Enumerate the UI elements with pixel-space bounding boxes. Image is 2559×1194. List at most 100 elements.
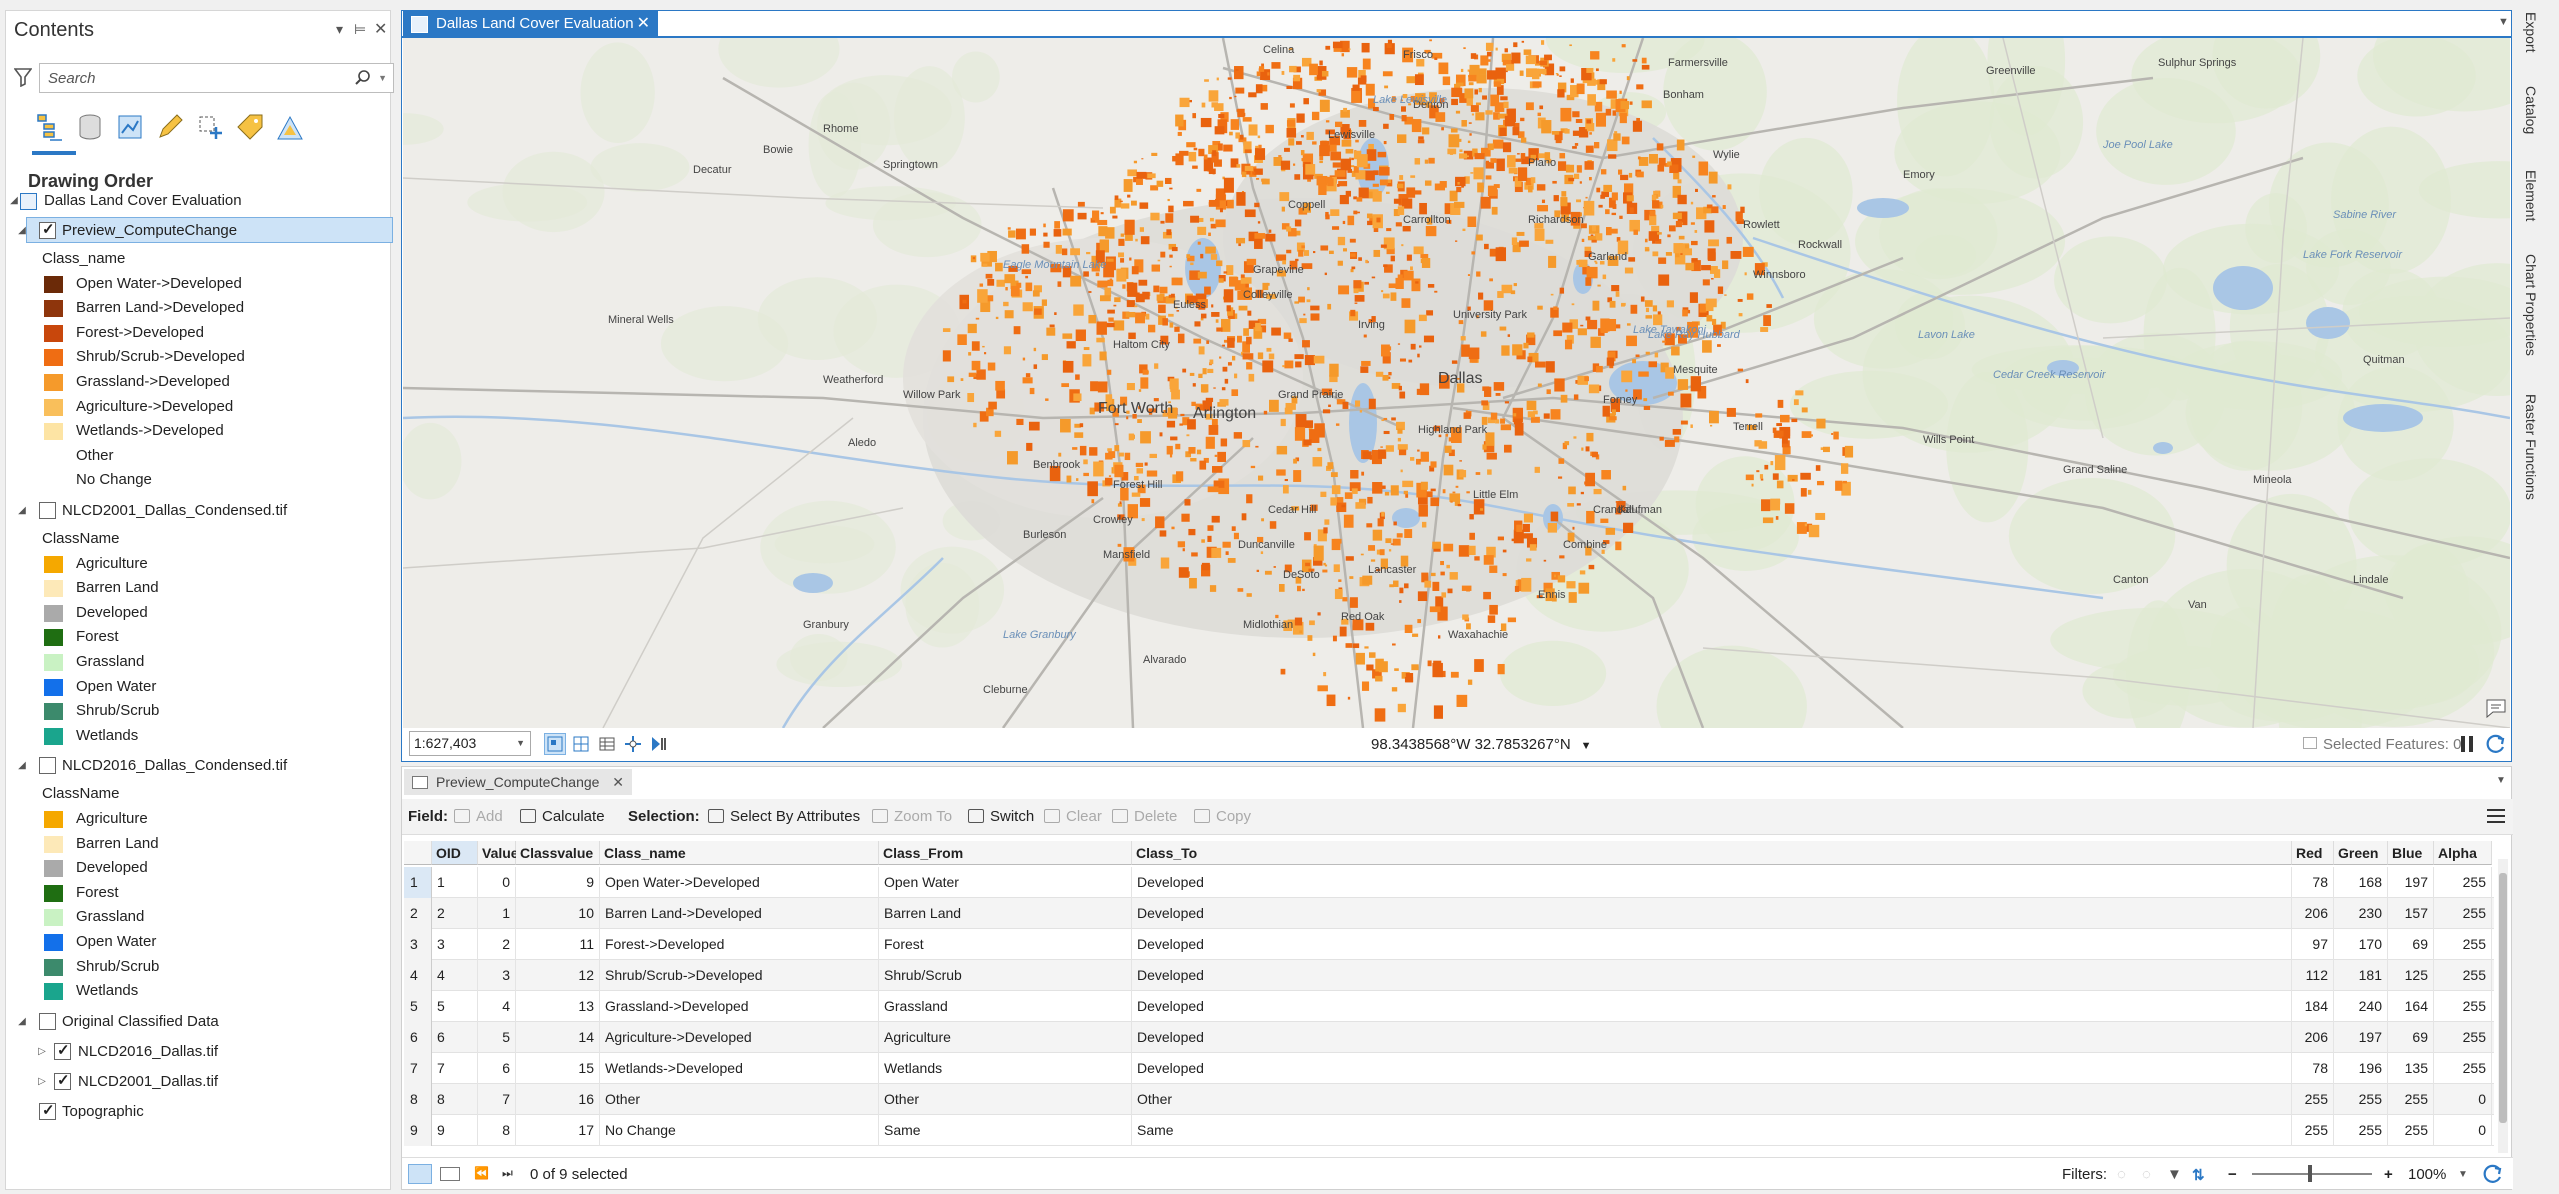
zoom-out-icon[interactable]: − xyxy=(2228,1166,2237,1183)
table-cell[interactable]: No Change xyxy=(600,1115,879,1146)
table-options-menu-icon[interactable] xyxy=(2485,807,2507,825)
tab-attribute-table[interactable]: Preview_ComputeChange ✕ xyxy=(404,769,632,795)
table-cell[interactable]: 9 xyxy=(432,1115,478,1146)
map-canvas[interactable]: Farmersville Greenville Sulphur Springs Fri… xyxy=(403,38,2510,728)
table-cell[interactable]: 157 xyxy=(2388,898,2434,929)
chevron-down-icon[interactable]: ▼ xyxy=(516,732,525,755)
table-cell[interactable]: 10 xyxy=(516,898,600,929)
row-number[interactable]: 4 xyxy=(404,960,432,991)
table-cell[interactable]: 206 xyxy=(2292,898,2334,929)
table-cell[interactable]: Developed xyxy=(1132,898,2292,929)
tab-list-chevron-icon[interactable]: ▼ xyxy=(2496,775,2506,786)
table-cell[interactable]: 5 xyxy=(478,1022,516,1053)
basemap-visibility-checkbox[interactable] xyxy=(39,1101,56,1120)
table-cell[interactable]: Other xyxy=(879,1084,1132,1115)
row-number[interactable]: 2 xyxy=(404,898,432,929)
table-cell[interactable]: Other xyxy=(600,1084,879,1115)
table-cell[interactable]: 16 xyxy=(516,1084,600,1115)
zoom-level-chevron-icon[interactable]: ▼ xyxy=(2458,1169,2468,1180)
zoom-in-icon[interactable]: + xyxy=(2384,1166,2393,1183)
chevron-down-icon[interactable]: ▼ xyxy=(1581,740,1592,752)
table-cell[interactable]: 11 xyxy=(516,929,600,960)
switch-button[interactable]: Switch xyxy=(968,808,1034,825)
refresh-icon[interactable] xyxy=(2485,733,2507,755)
table-cell[interactable]: 6 xyxy=(478,1053,516,1084)
table-cell[interactable]: Barren Land->Developed xyxy=(600,898,879,929)
table-cell[interactable]: Open Water xyxy=(879,867,1132,898)
row-number[interactable]: 3 xyxy=(404,929,432,960)
column-header-value[interactable]: Value xyxy=(478,841,519,865)
chevron-down-icon[interactable]: ▼ xyxy=(378,73,387,83)
side-tab-raster-functions[interactable]: Raster Functions xyxy=(2523,394,2539,500)
layer-visibility-checkbox[interactable] xyxy=(39,220,56,239)
tab-map-view[interactable]: Dallas Land Cover Evaluation ✕ xyxy=(403,11,658,37)
zoom-slider[interactable] xyxy=(2252,1173,2372,1175)
search-input[interactable]: Search ▼ xyxy=(39,63,394,93)
selected-features-count[interactable]: Selected Features: 0 xyxy=(2303,736,2461,753)
expand-triangle-icon[interactable]: ◢ xyxy=(16,1016,28,1027)
table-cell[interactable]: Shrub/Scrub xyxy=(879,960,1132,991)
vertical-scrollbar[interactable] xyxy=(2498,859,2508,1153)
map-node-label[interactable]: Dallas Land Cover Evaluation xyxy=(44,189,242,213)
table-cell[interactable]: 3 xyxy=(432,929,478,960)
close-tab-icon[interactable]: ✕ xyxy=(612,769,624,795)
table-cell[interactable]: 135 xyxy=(2388,1053,2434,1084)
row-number[interactable]: 1 xyxy=(404,867,432,898)
snapping-icon[interactable] xyxy=(623,734,643,754)
search-icon[interactable] xyxy=(355,70,371,86)
show-selected-records-icon[interactable] xyxy=(440,1167,460,1181)
table-cell[interactable]: 255 xyxy=(2434,929,2492,960)
side-tab-catalog[interactable]: Catalog xyxy=(2523,86,2539,134)
table-cell[interactable]: 4 xyxy=(478,991,516,1022)
scrollbar-thumb[interactable] xyxy=(2499,873,2507,1123)
table-cell[interactable]: 168 xyxy=(2334,867,2388,898)
expand-triangle-icon[interactable]: ◢ xyxy=(16,225,28,236)
table-cell[interactable]: 15 xyxy=(516,1053,600,1084)
table-cell[interactable]: 0 xyxy=(2434,1115,2492,1146)
table-cell[interactable]: Agriculture->Developed xyxy=(600,1022,879,1053)
column-header-red[interactable]: Red xyxy=(2292,841,2334,865)
table-cell[interactable]: 170 xyxy=(2334,929,2388,960)
tab-list-chevron-icon[interactable]: ▼ xyxy=(2498,16,2509,28)
column-header-alpha[interactable]: Alpha xyxy=(2434,841,2492,865)
table-cell[interactable]: Barren Land xyxy=(879,898,1132,929)
collapsed-triangle-icon[interactable]: ▷ xyxy=(36,1076,48,1087)
side-tab-element[interactable]: Element xyxy=(2523,170,2539,221)
layer-visibility-checkbox[interactable] xyxy=(54,1071,71,1090)
expand-triangle-icon[interactable]: ◢ xyxy=(16,760,28,771)
side-tab-chart-properties[interactable]: Chart Properties xyxy=(2523,254,2539,356)
row-number[interactable]: 6 xyxy=(404,1022,432,1053)
table-cell[interactable]: Wetlands xyxy=(879,1053,1132,1084)
table-cell[interactable]: 69 xyxy=(2388,1022,2434,1053)
table-cell[interactable]: 14 xyxy=(516,1022,600,1053)
table-icon[interactable] xyxy=(597,734,617,754)
table-cell[interactable]: 78 xyxy=(2292,1053,2334,1084)
layer-visibility-checkbox[interactable] xyxy=(39,757,56,775)
add-field-button[interactable]: Add xyxy=(454,808,503,825)
column-header-green[interactable]: Green xyxy=(2334,841,2388,865)
coordinate-readout[interactable]: 98.3438568°W 32.7853267°N ▼ xyxy=(1371,736,1592,753)
pane-options-icon[interactable]: ▾ xyxy=(336,21,343,38)
sort-icon[interactable]: ⇅ xyxy=(2192,1166,2205,1184)
calculate-button[interactable]: Calculate xyxy=(520,808,605,825)
table-cell[interactable]: Grassland->Developed xyxy=(600,991,879,1022)
column-header-class-from[interactable]: Class_From xyxy=(879,841,1132,865)
table-cell[interactable]: 255 xyxy=(2434,1022,2492,1053)
table-cell[interactable]: Developed xyxy=(1132,1053,2292,1084)
layer-name[interactable]: NLCD2001_Dallas.tif xyxy=(78,1070,218,1094)
close-tab-icon[interactable]: ✕ xyxy=(637,11,650,37)
table-cell[interactable]: 8 xyxy=(432,1084,478,1115)
table-cell[interactable]: 230 xyxy=(2334,898,2388,929)
notification-icon[interactable] xyxy=(2484,696,2508,720)
table-cell[interactable]: 255 xyxy=(2292,1084,2334,1115)
layer-name[interactable]: NLCD2001_Dallas_Condensed.tif xyxy=(62,499,287,523)
list-by-labeling-icon[interactable] xyxy=(234,111,266,143)
table-cell[interactable]: Wetlands->Developed xyxy=(600,1053,879,1084)
side-tab-export[interactable]: Export xyxy=(2523,12,2539,52)
show-all-records-icon[interactable] xyxy=(408,1164,432,1184)
table-cell[interactable]: 255 xyxy=(2434,960,2492,991)
table-cell[interactable]: 255 xyxy=(2388,1084,2434,1115)
expand-triangle-icon[interactable]: ◢ xyxy=(16,505,28,516)
refresh-table-icon[interactable] xyxy=(2482,1163,2504,1185)
pause-drawing-icon[interactable] xyxy=(649,734,669,754)
